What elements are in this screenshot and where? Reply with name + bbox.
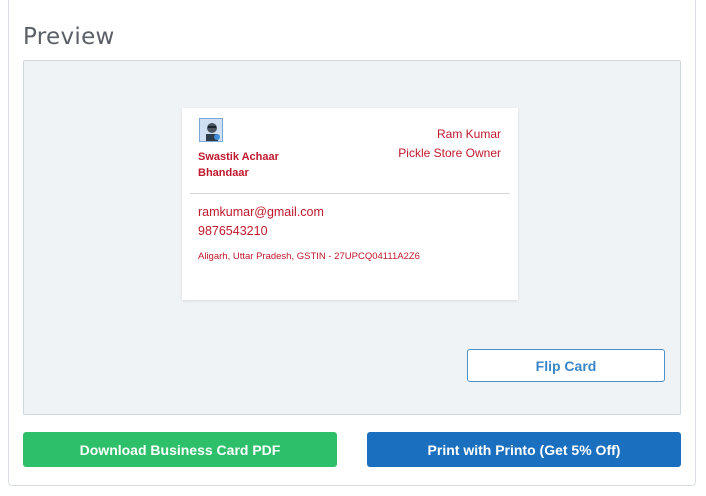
card-address: Aligarh, Uttar Pradesh, GSTIN - 27UPCQ04… bbox=[198, 251, 420, 262]
card-phone: 9876543210 bbox=[198, 224, 268, 238]
user-avatar-icon bbox=[199, 118, 223, 142]
owner-title: Pickle Store Owner bbox=[398, 146, 501, 160]
download-pdf-button[interactable]: Download Business Card PDF bbox=[23, 432, 337, 467]
flip-card-button[interactable]: Flip Card bbox=[467, 349, 665, 382]
card-email: ramkumar@gmail.com bbox=[198, 205, 324, 219]
card-divider bbox=[190, 193, 510, 194]
owner-name: Ram Kumar bbox=[436, 127, 501, 141]
company-name: Swastik Achaar Bhandaar bbox=[198, 151, 279, 179]
print-with-printo-button[interactable]: Print with Printo (Get 5% Off) bbox=[367, 432, 681, 467]
page-title: Preview bbox=[23, 24, 115, 50]
business-card: Swastik Achaar Bhandaar Ram Kumar Pickle… bbox=[182, 108, 518, 300]
